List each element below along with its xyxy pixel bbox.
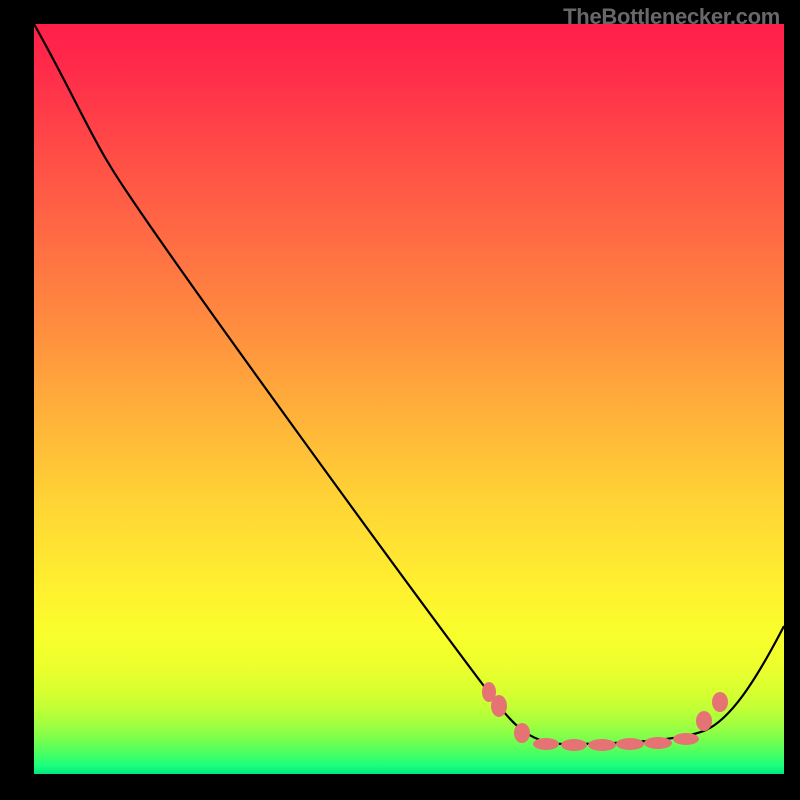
chart-area — [34, 24, 784, 774]
attribution-label: TheBottlenecker.com — [563, 4, 780, 30]
background-gradient — [34, 24, 784, 774]
